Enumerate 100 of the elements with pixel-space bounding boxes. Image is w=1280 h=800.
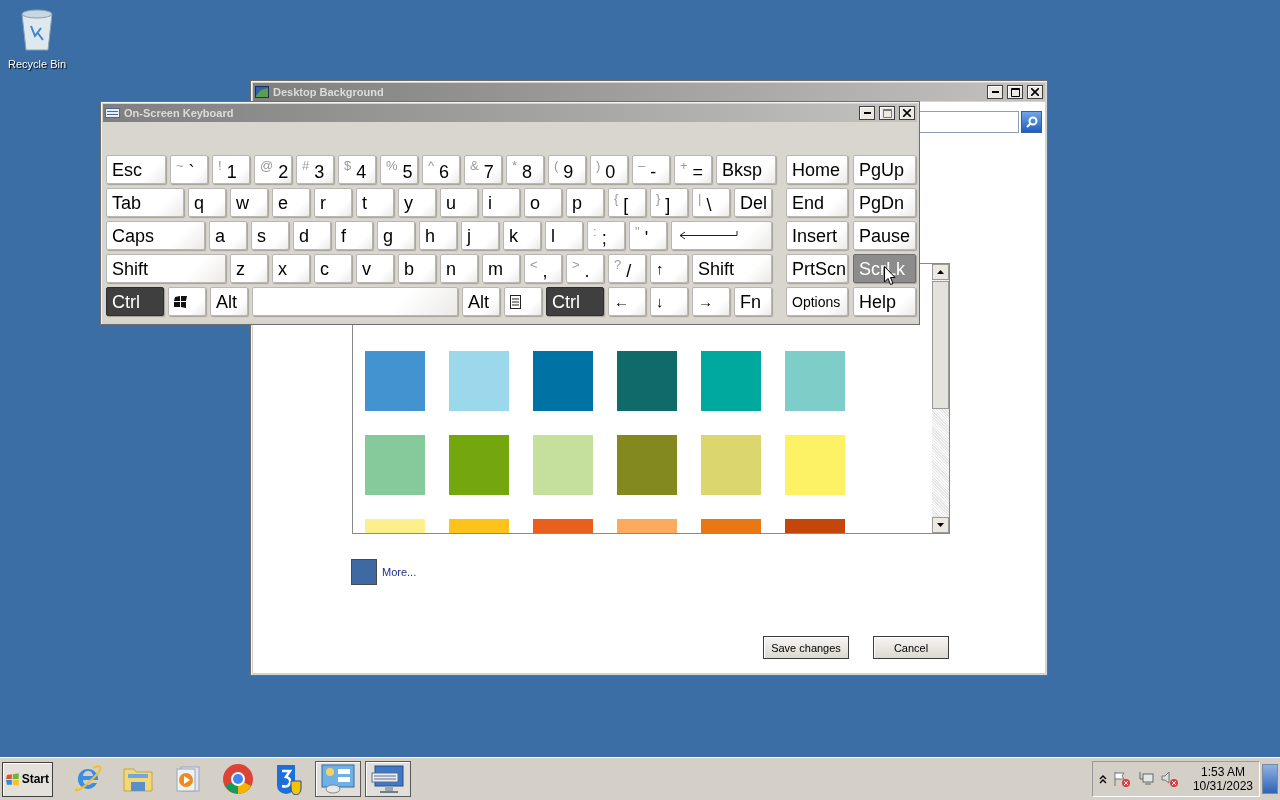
keyboard-key[interactable]: + =: [674, 155, 712, 184]
color-swatch[interactable]: [785, 435, 845, 495]
color-swatch[interactable]: [365, 351, 425, 411]
start-button[interactable]: Start: [2, 761, 53, 797]
keyboard-key[interactable]: h: [419, 221, 457, 250]
keyboard-key[interactable]: [168, 287, 206, 316]
keyboard-key[interactable]: r: [314, 188, 352, 217]
keyboard-key[interactable]: Ctrl: [106, 287, 164, 316]
keyboard-key[interactable]: c: [314, 254, 352, 283]
keyboard-key[interactable]: f: [335, 221, 373, 250]
keyboard-key[interactable]: ? /: [608, 254, 646, 283]
space-key[interactable]: [252, 287, 458, 316]
scroll-thumb[interactable]: [932, 281, 949, 409]
more-link[interactable]: More...: [382, 566, 417, 578]
keyboard-key[interactable]: Insert: [786, 221, 848, 250]
keyboard-key[interactable]: > .: [566, 254, 604, 283]
color-swatch[interactable]: [449, 435, 509, 495]
keyboard-key[interactable]: u: [440, 188, 478, 217]
show-desktop-button[interactable]: [1262, 764, 1278, 794]
color-swatch[interactable]: [617, 351, 677, 411]
maximize-button[interactable]: [879, 106, 895, 120]
keyboard-key[interactable]: ←: [608, 287, 646, 316]
search-button[interactable]: [1021, 111, 1042, 133]
color-swatch[interactable]: [533, 435, 593, 495]
scroll-down-button[interactable]: [932, 517, 949, 533]
keyboard-key[interactable]: Ctrl: [546, 287, 604, 316]
keyboard-key[interactable]: k: [503, 221, 541, 250]
close-button[interactable]: [899, 106, 915, 120]
keyboard-key[interactable]: PgUp: [853, 155, 916, 184]
minimize-button[interactable]: [987, 85, 1003, 99]
keyboard-key[interactable]: ^ 6: [422, 155, 460, 184]
keyboard-key[interactable]: Esc: [106, 155, 166, 184]
keyboard-key[interactable]: Home: [786, 155, 848, 184]
keyboard-key[interactable]: Fn: [734, 287, 772, 316]
keyboard-key[interactable]: < ,: [524, 254, 562, 283]
color-swatch[interactable]: [533, 351, 593, 411]
keyboard-key[interactable]: { [: [608, 188, 646, 217]
keyboard-key[interactable]: q: [188, 188, 226, 217]
keyboard-key[interactable]: Del: [734, 188, 772, 217]
keyboard-key[interactable]: m: [482, 254, 520, 283]
keyboard-key[interactable]: ! 1: [212, 155, 250, 184]
keyboard-key[interactable]: d: [293, 221, 331, 250]
keyboard-key[interactable]: # 3: [296, 155, 334, 184]
keyboard-key[interactable]: Shift: [106, 254, 226, 283]
keyboard-key[interactable]: b: [398, 254, 436, 283]
scrollbar[interactable]: [932, 264, 949, 533]
keyboard-key[interactable]: ↓: [650, 287, 688, 316]
keyboard-key[interactable]: t: [356, 188, 394, 217]
keyboard-key[interactable]: Tab: [106, 188, 184, 217]
keyboard-key[interactable]: Shift: [692, 254, 772, 283]
keyboard-key[interactable]: o: [524, 188, 562, 217]
keyboard-key[interactable]: p: [566, 188, 604, 217]
keyboard-key[interactable]: →: [692, 287, 730, 316]
keyboard-key[interactable]: Pause: [853, 221, 916, 250]
keyboard-key[interactable]: ↑: [650, 254, 688, 283]
keyboard-key[interactable]: @ 2: [254, 155, 292, 184]
keyboard-key[interactable]: y: [398, 188, 436, 217]
color-swatch[interactable]: [365, 435, 425, 495]
keyboard-key[interactable]: x: [272, 254, 310, 283]
keyboard-key[interactable]: v: [356, 254, 394, 283]
keyboard-key[interactable]: Caps: [106, 221, 205, 250]
color-swatch[interactable]: [617, 435, 677, 495]
taskbar-button[interactable]: [365, 761, 411, 797]
keyboard-key[interactable]: Alt: [462, 287, 500, 316]
keyboard-key[interactable]: ) 0: [590, 155, 628, 184]
keyboard-key[interactable]: Help: [853, 287, 916, 316]
color-swatch[interactable]: [785, 351, 845, 411]
color-swatch[interactable]: [701, 435, 761, 495]
keyboard-key[interactable]: PgDn: [853, 188, 916, 217]
save-button[interactable]: Save changes: [763, 636, 849, 659]
close-button[interactable]: [1027, 85, 1043, 99]
keyboard-key[interactable]: & 7: [464, 155, 502, 184]
cancel-button[interactable]: Cancel: [873, 636, 949, 659]
keyboard-key[interactable]: e: [272, 188, 310, 217]
color-swatch[interactable]: [449, 351, 509, 411]
keyboard-key[interactable]: End: [786, 188, 848, 217]
keyboard-key[interactable]: $ 4: [338, 155, 376, 184]
keyboard-key[interactable]: z: [230, 254, 268, 283]
keyboard-key[interactable]: n: [440, 254, 478, 283]
keyboard-key[interactable]: a: [209, 221, 247, 250]
keyboard-key[interactable]: Bksp: [716, 155, 776, 184]
scroll-up-button[interactable]: [932, 264, 949, 280]
keyboard-key[interactable]: [504, 287, 542, 316]
keyboard-key[interactable]: i: [482, 188, 520, 217]
keyboard-key[interactable]: : ;: [587, 221, 625, 250]
keyboard-key[interactable]: ~ `: [170, 155, 208, 184]
taskbar-button[interactable]: [315, 761, 361, 797]
keyboard-key[interactable]: Options: [786, 287, 848, 316]
keyboard-key[interactable]: } ]: [650, 188, 688, 217]
keyboard-key[interactable]: " ': [629, 221, 667, 250]
keyboard-key[interactable]: Alt: [210, 287, 248, 316]
keyboard-key[interactable]: s: [251, 221, 289, 250]
keyboard-key[interactable]: * 8: [506, 155, 544, 184]
keyboard-key[interactable]: l: [545, 221, 583, 250]
maximize-button[interactable]: [1007, 85, 1023, 99]
keyboard-key[interactable]: | \: [692, 188, 730, 217]
keyboard-key[interactable]: – -: [632, 155, 670, 184]
keyboard-key[interactable]: ( 9: [548, 155, 586, 184]
keyboard-key[interactable]: g: [377, 221, 415, 250]
desktop-icon-label[interactable]: Recycle Bin: [7, 58, 67, 70]
